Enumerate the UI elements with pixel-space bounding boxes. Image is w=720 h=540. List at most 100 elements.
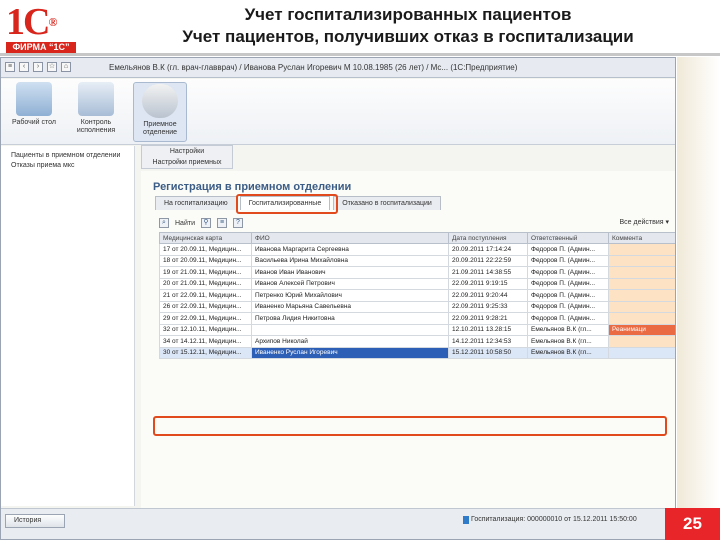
- header-divider: [0, 53, 720, 56]
- table-row[interactable]: 29 от 22.09.11, Медицин... Петрова Лидия …: [159, 312, 675, 325]
- slide-number: 25: [665, 508, 720, 540]
- section-control-label: Контроль исполнения: [76, 119, 116, 134]
- desktop-icon: [16, 82, 52, 116]
- col-header-comment[interactable]: Коммента: [608, 232, 675, 244]
- cell-responsible: Федоров П. (Админ...: [527, 254, 609, 267]
- table-row[interactable]: 17 от 20.09.11, Медицин... Иванова Маргар…: [159, 243, 675, 256]
- list-settings-icon[interactable]: ≡: [216, 218, 227, 228]
- slide-side-decoration: [677, 57, 720, 508]
- cell-date: 20.09.2011 17:14:24: [448, 243, 528, 256]
- list-toolbar: ⌕ Найти ⚲ ≡ ? Все действия ▾: [159, 214, 675, 232]
- cell-fio: Иванова Маргарита Сергеевна: [251, 243, 449, 256]
- cell-comment: [608, 243, 675, 256]
- table-row[interactable]: 32 от 12.10.11, Медицин... 12.10.2011 13.…: [159, 323, 675, 336]
- logo-firm-text: ФИРМА “1С”: [6, 42, 76, 53]
- col-header-date[interactable]: Дата поступления: [448, 232, 528, 244]
- cell-responsible: Емельянов В.К (гл...: [527, 323, 609, 336]
- cell-date: 22.09.2011 9:19:15: [448, 277, 528, 290]
- help-icon[interactable]: ?: [232, 218, 243, 228]
- settings-link[interactable]: Настройки приемных: [142, 157, 232, 168]
- cell-card: 19 от 21.09.11, Медицин...: [159, 266, 252, 279]
- app-menu-icon[interactable]: ≡: [5, 62, 15, 72]
- nav-item-patients[interactable]: Пациенты в приемном отделении: [11, 151, 124, 161]
- forward-icon[interactable]: ›: [33, 62, 43, 72]
- cell-date: 21.09.2011 14:38:55: [448, 266, 528, 279]
- titlebar-controls: ≡ ‹ › ☆ ⌂: [5, 62, 71, 72]
- tab-refused[interactable]: Отказано в госпитализации: [333, 196, 441, 210]
- table-row[interactable]: 21 от 22.09.11, Медицин... Петренко Юрий …: [159, 289, 675, 302]
- logo-mark: 1С®: [6, 1, 57, 43]
- cell-date: 15.12.2011 10:58:50: [448, 346, 528, 359]
- cell-card: 30 от 15.12.11, Медицин...: [159, 346, 252, 359]
- settings-title: Настройки: [169, 148, 205, 155]
- cell-comment: [608, 300, 675, 313]
- cell-responsible: Федоров П. (Админ...: [527, 277, 609, 290]
- tab-for-hospitalization[interactable]: На госпитализацию: [155, 196, 237, 210]
- tab-highlight-frame: [236, 194, 338, 214]
- table-row-selected[interactable]: 30 от 15.12.11, Медицин... Иваненко Русла…: [159, 346, 675, 359]
- section-desktop-label: Рабочий стол: [12, 119, 56, 126]
- slide-titles: Учет госпитализированных пациентов Учет …: [100, 4, 716, 48]
- cell-date: 22.09.2011 9:20:44: [448, 289, 528, 302]
- table-row[interactable]: 34 от 14.12.11, Медицин... Архипов Никола…: [159, 335, 675, 348]
- table-row[interactable]: 19 от 21.09.11, Медицин... Иванов Иван Ив…: [159, 266, 675, 279]
- col-header-responsible[interactable]: Ответственный: [527, 232, 609, 244]
- slide: 1С® ФИРМА “1С” Учет госпитализированных …: [0, 0, 720, 540]
- cell-responsible: Емельянов В.К (гл...: [527, 346, 609, 359]
- cell-responsible: Федоров П. (Админ...: [527, 289, 609, 302]
- status-bar: История Госпитализация: 000000010 от 15.…: [1, 508, 675, 539]
- cell-date: 22.09.2011 9:25:33: [448, 300, 528, 313]
- table-row[interactable]: 18 от 20.09.11, Медицин... Васильева Ирин…: [159, 254, 675, 267]
- patients-table: Медицинская карта ФИО Дата поступления О…: [159, 232, 675, 359]
- doctor-icon: [142, 84, 178, 118]
- all-actions-menu[interactable]: Все действия ▾: [620, 218, 669, 226]
- cell-fio: Петрова Лидия Никитовна: [251, 312, 449, 325]
- section-control[interactable]: Контроль исполнения: [69, 82, 123, 135]
- find-button[interactable]: Найти: [175, 220, 195, 227]
- cell-card: 26 от 22.09.11, Медицин...: [159, 300, 252, 313]
- cell-card: 21 от 22.09.11, Медицин...: [159, 289, 252, 302]
- cell-comment: [608, 289, 675, 302]
- cell-comment: [608, 266, 675, 279]
- col-header-fio[interactable]: ФИО: [251, 232, 449, 244]
- main-form: Регистрация в приемном отделении На госп…: [141, 171, 675, 509]
- cell-card: 17 от 20.09.11, Медицин...: [159, 243, 252, 256]
- cell-comment: [608, 254, 675, 267]
- history-button[interactable]: История: [5, 514, 65, 528]
- brand-logo: 1С® ФИРМА “1С”: [6, 1, 82, 53]
- app-window: ≡ ‹ › ☆ ⌂ Емельянов В.К (гл. врач-главвр…: [0, 57, 676, 540]
- col-header-card[interactable]: Медицинская карта: [159, 232, 252, 244]
- nav-item-refusals[interactable]: Отказы приема мкс: [11, 161, 124, 171]
- section-desktop[interactable]: Рабочий стол: [7, 82, 61, 127]
- cell-comment: [608, 346, 675, 359]
- cell-fio: Иваненко Руслан Игоревич: [251, 346, 449, 359]
- cell-fio: Иванов Алексей Петрович: [251, 277, 449, 290]
- cell-responsible: Федоров П. (Админ...: [527, 312, 609, 325]
- table-row[interactable]: 20 от 21.09.11, Медицин... Иванов Алексей…: [159, 277, 675, 290]
- cell-fio: [251, 323, 449, 336]
- table-row[interactable]: 26 от 22.09.11, Медицин... Иваненко Марья…: [159, 300, 675, 313]
- row-highlight-frame: [153, 416, 667, 436]
- cell-comment: [608, 312, 675, 325]
- section-panel: Рабочий стол Контроль исполнения Приемно…: [1, 79, 675, 145]
- section-reception[interactable]: Приемное отделение: [133, 82, 187, 142]
- cell-responsible: Федоров П. (Админ...: [527, 266, 609, 279]
- settings-box: Настройки Настройки приемных: [141, 145, 233, 169]
- form-title: Регистрация в приемном отделении: [153, 181, 352, 193]
- checklist-icon: [78, 82, 114, 116]
- cell-date: 14.12.2011 12:34:53: [448, 335, 528, 348]
- cell-comment: [608, 335, 675, 348]
- table-header-row: Медицинская карта ФИО Дата поступления О…: [159, 232, 675, 244]
- home-icon[interactable]: ⌂: [61, 62, 71, 72]
- cell-comment: Реанимаци: [608, 323, 675, 336]
- cell-date: 20.09.2011 22:22:59: [448, 254, 528, 267]
- cell-date: 22.09.2011 9:28:21: [448, 312, 528, 325]
- cell-card: 34 от 14.12.11, Медицин...: [159, 335, 252, 348]
- cell-card: 18 от 20.09.11, Медицин...: [159, 254, 252, 267]
- star-icon[interactable]: ☆: [47, 62, 57, 72]
- filter-icon[interactable]: ⚲: [200, 218, 211, 228]
- cell-card: 32 от 12.10.11, Медицин...: [159, 323, 252, 336]
- slide-title-1: Учет госпитализированных пациентов: [244, 5, 572, 24]
- back-icon[interactable]: ‹: [19, 62, 29, 72]
- search-icon[interactable]: ⌕: [159, 218, 169, 228]
